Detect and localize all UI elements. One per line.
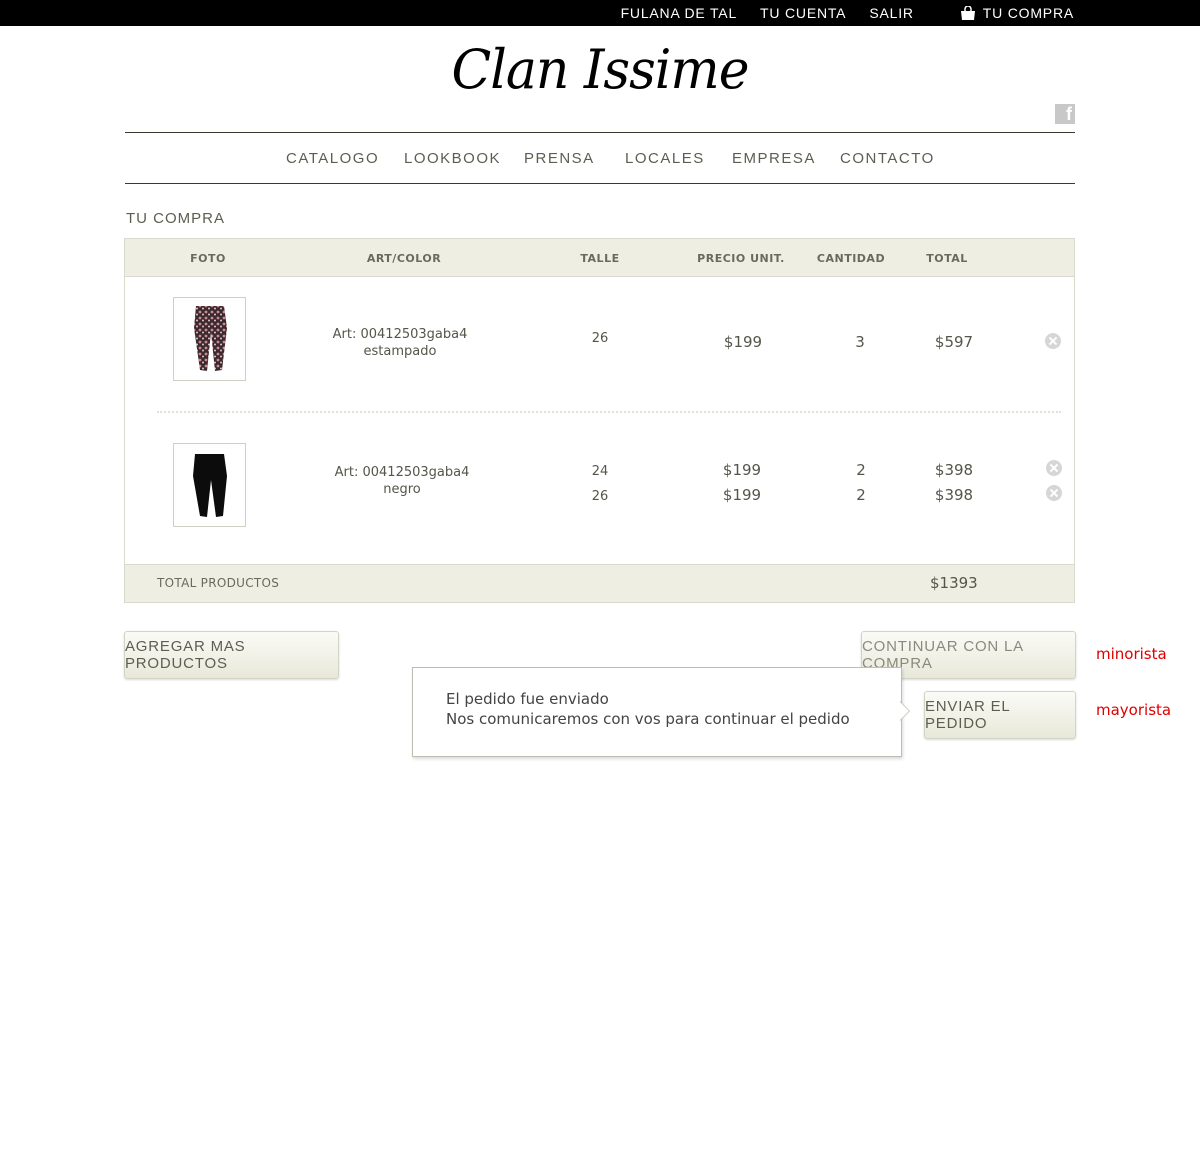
facebook-icon[interactable]: f: [1055, 104, 1075, 124]
remove-circle-icon[interactable]: [1045, 333, 1061, 349]
item-color: negro: [383, 482, 421, 497]
col-header-cantidad: CANTIDAD: [816, 252, 886, 265]
col-header-talle: TALLE: [580, 252, 620, 265]
top-bar: FULANA DE TAL TU CUENTA SALIR TU COMPRA: [0, 0, 1200, 26]
tooltip-message: Nos comunicaremos con vos para continuar…: [446, 710, 850, 728]
remove-circle-icon[interactable]: [1046, 485, 1062, 501]
total-label: TOTAL PRODUCTOS: [157, 576, 280, 590]
account-link[interactable]: TU CUENTA: [760, 5, 846, 21]
logout-link[interactable]: SALIR: [869, 5, 913, 21]
col-header-total: TOTAL: [926, 252, 968, 265]
product-thumbnail[interactable]: [173, 443, 246, 527]
retail-annotation: minorista: [1096, 645, 1167, 663]
tooltip-arrow-inner: [900, 702, 909, 720]
top-links: FULANA DE TAL TU CUENTA SALIR TU COMPRA: [598, 0, 1074, 26]
nav-item-locales[interactable]: LOCALES: [625, 150, 705, 167]
nav-item-contacto[interactable]: CONTACTO: [840, 150, 935, 167]
item-precio: $199: [722, 461, 762, 479]
product-thumbnail[interactable]: [173, 297, 246, 381]
item-precio: $199: [722, 486, 762, 504]
cart-link-label: TU COMPRA: [982, 5, 1074, 21]
item-total: $398: [934, 486, 974, 504]
tooltip-title: El pedido fue enviado: [446, 690, 609, 708]
page-title: TU COMPRA: [126, 210, 225, 227]
cart-table: FOTO ART/COLOR TALLE PRECIO UNIT. CANTID…: [124, 238, 1075, 603]
send-order-button[interactable]: ENVIAR EL PEDIDO: [924, 691, 1076, 739]
item-cantidad: 2: [856, 461, 866, 479]
main-nav: CATALOGO LOOKBOOK PRENSA LOCALES EMPRESA…: [125, 133, 1075, 183]
item-talle: 26: [591, 331, 609, 346]
item-talle: 26: [591, 489, 609, 504]
site-logo[interactable]: Clan Issime: [0, 39, 1200, 102]
user-name-link[interactable]: FULANA DE TAL: [621, 5, 737, 21]
item-total: $597: [934, 333, 974, 351]
wholesale-annotation: mayorista: [1096, 701, 1172, 719]
shopping-bag-icon: [960, 6, 976, 20]
cart-footer: TOTAL PRODUCTOS $1393: [125, 564, 1074, 602]
nav-divider-bottom: [125, 183, 1075, 184]
item-color: estampado: [363, 344, 437, 359]
item-precio: $199: [723, 333, 763, 351]
item-cantidad: 3: [855, 333, 865, 351]
item-cantidad: 2: [856, 486, 866, 504]
cart-link[interactable]: TU COMPRA: [937, 5, 1074, 21]
item-total: $398: [934, 461, 974, 479]
total-value: $1393: [930, 574, 978, 592]
item-separator: [157, 411, 1061, 413]
item-talle: 24: [591, 464, 609, 479]
col-header-foto: FOTO: [190, 252, 226, 265]
item-art: Art: 00412503gaba4: [332, 327, 468, 342]
nav-item-prensa[interactable]: PRENSA: [524, 150, 595, 167]
cart-header: FOTO ART/COLOR TALLE PRECIO UNIT. CANTID…: [125, 239, 1074, 277]
nav-item-empresa[interactable]: EMPRESA: [732, 150, 816, 167]
remove-circle-icon[interactable]: [1046, 460, 1062, 476]
order-sent-tooltip: El pedido fue enviado Nos comunicaremos …: [412, 667, 902, 757]
item-art: Art: 00412503gaba4: [334, 465, 470, 480]
col-header-precio: PRECIO UNIT.: [697, 252, 785, 265]
add-more-button[interactable]: AGREGAR MAS PRODUCTOS: [124, 631, 339, 679]
nav-item-catalogo[interactable]: CATALOGO: [286, 150, 379, 167]
nav-item-lookbook[interactable]: LOOKBOOK: [404, 150, 501, 167]
col-header-art: ART/COLOR: [366, 252, 442, 265]
